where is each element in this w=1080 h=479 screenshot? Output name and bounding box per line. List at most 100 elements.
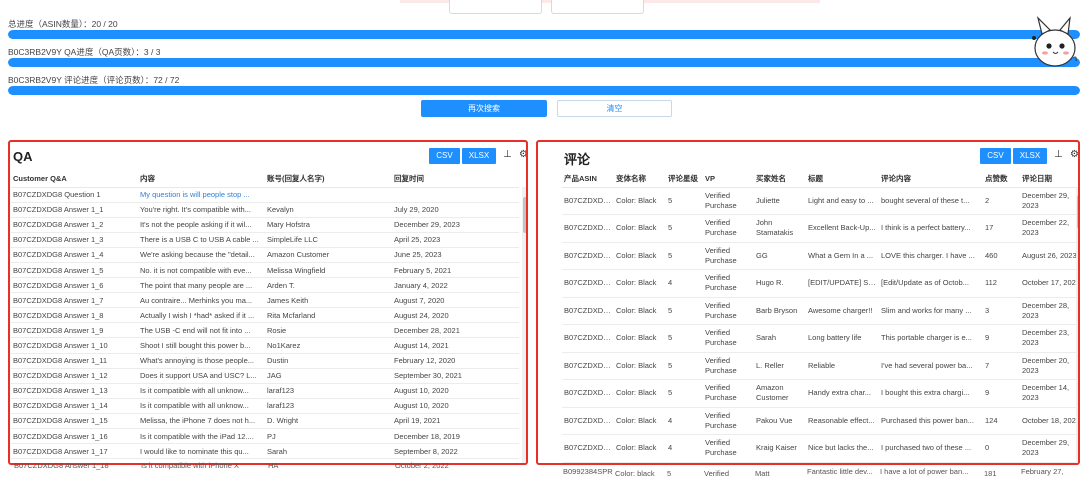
qa-scrollbar[interactable] [522, 187, 526, 463]
reviews-column-header[interactable]: 标题 [806, 171, 879, 188]
table-cell: Handy extra char... [806, 379, 879, 408]
reviews-column-header[interactable]: 评论星级 [666, 171, 703, 188]
table-cell: Verified Purchase [703, 242, 754, 270]
table-cell: 9 [983, 379, 1020, 408]
table-row[interactable]: B07CZDXDG8 Answer 1_10 Shoot I still boug… [11, 337, 519, 354]
table-cell: August 7, 2020 [392, 292, 519, 309]
table-row[interactable]: B07CZDXDG8 Answer 1_13 Is it compatible w… [11, 383, 519, 399]
table-cell: August 10, 2020 [392, 383, 519, 399]
qa-scroll-thumb[interactable] [523, 197, 526, 233]
table-cell: I've had several power ba... [879, 352, 983, 380]
table-cell: July 29, 2020 [392, 202, 519, 218]
table-row[interactable]: B07CZDXDG8 Color: Black 5 Verified Purchase… [562, 214, 1078, 243]
reviews-column-header[interactable]: VP [703, 171, 754, 188]
reviews-column-header[interactable]: 点赞数 [983, 171, 1020, 188]
table-cell: October 17, 2023 [1020, 269, 1078, 298]
table-cell: Actually I wish I *had* asked if it ... [138, 307, 265, 324]
table-row[interactable]: B07CZDXDG8 Answer 1_6 The point that many… [11, 277, 519, 294]
table-row[interactable]: B07CZDXDG8 Answer 1_15 Melissa, the iPhon… [11, 413, 519, 430]
search-again-button[interactable]: 再次搜索 [421, 100, 547, 117]
qa-column-header[interactable]: 回复时间 [392, 171, 519, 188]
table-row[interactable]: B07CZDXDG8 Answer 1_9 The USB -C end will… [11, 322, 519, 339]
table-row[interactable]: B07CZDXDG8 Color: Black 5 Verified Purchase… [562, 187, 1078, 215]
table-cell: B07CZDXDG8 Answer 1_13 [11, 383, 138, 399]
table-cell: 3 [983, 297, 1020, 325]
table-cell: 5 [666, 214, 703, 243]
top-button-left[interactable] [449, 0, 542, 14]
table-cell: August 24, 2020 [392, 307, 519, 324]
reviews-column-header[interactable]: 评论日期 [1020, 171, 1078, 188]
table-cell: No. it is not compatible with eve... [138, 262, 265, 279]
qa-title: QA [13, 149, 33, 164]
total-progress-label: 总进度（ASIN数量）：20 / 20 [8, 19, 118, 29]
table-row[interactable]: B07CZDXDG8 Answer 1_14 Is it compatible w… [11, 398, 519, 414]
table-cell: Hugo R. [754, 269, 806, 298]
table-row[interactable]: B07CZDXDG8 Question 1 My question is will… [11, 187, 519, 203]
table-row[interactable]: B07CZDXDG8 Color: Black 5 Verified Purchase… [562, 242, 1078, 270]
table-cell: 0 [983, 434, 1020, 463]
qa-column-header[interactable]: Customer Q&A [11, 171, 138, 188]
gear-icon[interactable]: ⚙ [1070, 148, 1078, 162]
table-row[interactable]: B07CZDXDG8 Color: Black 5 Verified Purchase… [562, 324, 1078, 353]
column-height-icon[interactable]: ⊥ [503, 148, 512, 162]
reviews-column-header[interactable]: 变体名称 [614, 171, 666, 188]
table-cell: Verified Purchase [703, 214, 754, 243]
table-row[interactable]: B07CZDXDG8 Answer 1_16 Is it compatible w… [11, 428, 519, 445]
qa-progress-fill [8, 58, 1080, 67]
qa-column-header[interactable]: 内容 [138, 171, 265, 188]
qa-csv-button[interactable]: CSV [429, 148, 460, 164]
table-cell: B07CZDXDG8 [562, 324, 614, 353]
table-cell: September 30, 2021 [392, 368, 519, 384]
gear-icon[interactable]: ⚙ [519, 148, 526, 162]
qa-xlsx-button[interactable]: XLSX [462, 148, 496, 164]
reviews-column-header[interactable]: 评论内容 [879, 171, 983, 188]
table-cell: B07CZDXDG8 Answer 1_4 [11, 247, 138, 263]
table-cell: Arden T. [265, 277, 392, 294]
table-cell: Color: Black [614, 352, 666, 380]
table-cell: August 14, 2021 [392, 337, 519, 354]
table-cell: B07CZDXDG8 [562, 407, 614, 435]
table-cell: 7 [983, 352, 1020, 380]
qa-column-header[interactable]: 账号(回复人名字) [265, 171, 392, 188]
table-cell: [EDIT/UPDATE] So... [806, 269, 879, 298]
table-row[interactable]: B07CZDXDG8 Answer 1_7 Au contraire... Mer… [11, 292, 519, 309]
table-cell: B07CZDXDG8 [562, 242, 614, 270]
table-row[interactable]: B07CZDXDG8 Answer 1_4 We're asking becaus… [11, 247, 519, 263]
table-cell: B07CZDXDG8 Answer 1_8 [11, 307, 138, 324]
table-row[interactable]: B07CZDXDG8 Answer 1_2 It's not the people… [11, 217, 519, 233]
table-row[interactable]: B07CZDXDG8 Answer 1_8 Actually I wish I *… [11, 307, 519, 324]
table-cell: B07CZDXDG8 Answer 1_16 [11, 428, 138, 445]
clear-button[interactable]: 清空 [557, 100, 672, 117]
table-cell: Sarah [265, 443, 392, 460]
table-cell: 112 [983, 269, 1020, 298]
reviews-column-header[interactable]: 买家姓名 [754, 171, 806, 188]
table-cell: GG [754, 242, 806, 270]
reviews-csv-button[interactable]: CSV [980, 148, 1011, 164]
table-row[interactable]: B07CZDXDG8 Color: Black 5 Verified Purchase… [562, 352, 1078, 380]
reviews-column-header[interactable]: 产品ASIN [562, 171, 614, 188]
table-cell: SimpleLife LLC [265, 232, 392, 248]
top-button-right[interactable] [551, 0, 644, 14]
reviews-scrollbar[interactable] [1076, 187, 1078, 463]
table-cell: Rosie [265, 322, 392, 339]
table-row[interactable]: B07CZDXDG8 Answer 1_3 There is a USB C to… [11, 232, 519, 248]
table-cell: B07CZDXDG8 Answer 1_15 [11, 413, 138, 430]
table-cell: B07CZDXDG8 [562, 187, 614, 215]
table-cell: August 26, 2023 [1020, 242, 1078, 270]
table-cell: Kraig Kaiser [754, 434, 806, 463]
table-cell: 5 [666, 187, 703, 215]
table-row[interactable]: B07CZDXDG8 Color: Black 4 Verified Purchase… [562, 269, 1078, 298]
column-height-icon[interactable]: ⊥ [1054, 148, 1063, 162]
reviews-xlsx-button[interactable]: XLSX [1013, 148, 1047, 164]
table-row[interactable]: B07CZDXDG8 Color: Black 4 Verified Purchase… [562, 407, 1078, 435]
table-row[interactable]: B07CZDXDG8 Answer 1_1 You're right. It's … [11, 202, 519, 218]
table-row[interactable]: B07CZDXDG8 Color: Black 5 Verified Purchase… [562, 379, 1078, 408]
table-row[interactable]: B07CZDXDG8 Color: Black 5 Verified Purchase… [562, 297, 1078, 325]
table-row[interactable]: B07CZDXDG8 Answer 1_11 What's annoying is… [11, 353, 519, 369]
table-row[interactable]: B07CZDXDG8 Color: Black 4 Verified Purchase… [562, 434, 1078, 463]
table-row[interactable]: B07CZDXDG8 Answer 1_17 I would like to no… [11, 443, 519, 460]
table-row[interactable]: B07CZDXDG8 Answer 1_12 Does it support US… [11, 368, 519, 384]
table-cell: B07CZDXDG8 Question 1 [11, 187, 138, 203]
review-progress-label: B0C3RB2V9Y 评论进度（评论页数）：72 / 72 [8, 75, 180, 85]
table-row[interactable]: B07CZDXDG8 Answer 1_5 No. it is not compa… [11, 262, 519, 279]
